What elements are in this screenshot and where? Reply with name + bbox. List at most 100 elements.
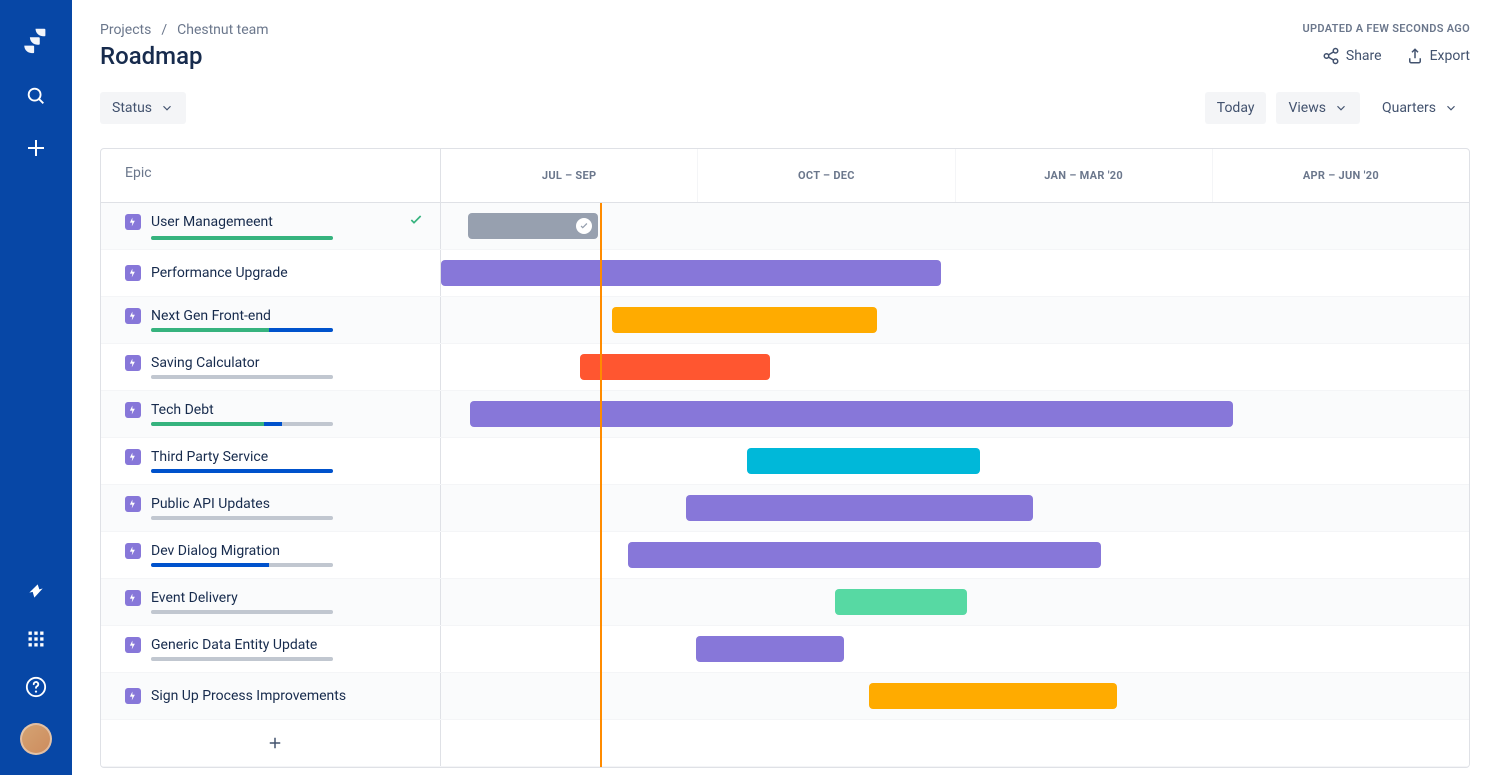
epic-icon bbox=[125, 496, 141, 512]
help-icon[interactable] bbox=[24, 675, 48, 699]
epic-cell[interactable]: User Managemeent bbox=[101, 203, 441, 249]
timeline-cell bbox=[441, 297, 1469, 343]
export-button[interactable]: Export bbox=[1406, 47, 1470, 65]
epic-name: Saving Calculator bbox=[151, 355, 259, 371]
epic-name: Sign Up Process Improvements bbox=[151, 688, 346, 704]
add-epic-row[interactable] bbox=[101, 720, 1469, 767]
gantt-bar[interactable] bbox=[441, 260, 941, 286]
timeline-cell bbox=[441, 438, 1469, 484]
quarter-header: JUL – SEP bbox=[441, 149, 698, 202]
views-button[interactable]: Views bbox=[1276, 92, 1360, 124]
epic-icon bbox=[125, 449, 141, 465]
gantt-bar[interactable] bbox=[628, 542, 1101, 568]
status-filter[interactable]: Status bbox=[100, 92, 186, 124]
timeline-cell bbox=[441, 485, 1469, 531]
epic-row: Public API Updates bbox=[101, 485, 1469, 532]
epic-cell[interactable]: Public API Updates bbox=[101, 485, 441, 531]
epic-cell[interactable]: Sign Up Process Improvements bbox=[101, 673, 441, 719]
gantt-bar[interactable] bbox=[869, 683, 1118, 709]
gantt-bar[interactable] bbox=[470, 401, 1233, 427]
epic-row: Dev Dialog Migration bbox=[101, 532, 1469, 579]
share-icon bbox=[1322, 47, 1340, 65]
epic-icon bbox=[125, 543, 141, 559]
apps-icon[interactable] bbox=[24, 627, 48, 651]
epic-name: User Managemeent bbox=[151, 214, 273, 230]
breadcrumb: Projects / Chestnut team bbox=[100, 22, 269, 38]
timeline-header: JUL – SEPOCT – DECJAN – MAR '20APR – JUN… bbox=[441, 149, 1469, 202]
progress-bar bbox=[151, 236, 333, 240]
timeline-cell bbox=[441, 626, 1469, 672]
epic-row: Performance Upgrade bbox=[101, 250, 1469, 297]
scale-button[interactable]: Quarters bbox=[1370, 92, 1470, 124]
timeline-cell bbox=[441, 250, 1469, 296]
progress-bar bbox=[151, 375, 333, 379]
search-icon[interactable] bbox=[24, 84, 48, 108]
epic-row: Tech Debt bbox=[101, 391, 1469, 438]
timeline-cell bbox=[441, 532, 1469, 578]
gantt-bar[interactable] bbox=[835, 589, 968, 615]
progress-bar bbox=[151, 328, 333, 332]
epic-cell[interactable]: Dev Dialog Migration bbox=[101, 532, 441, 578]
main-content: Projects / Chestnut team UPDATED A FEW S… bbox=[72, 0, 1506, 775]
add-icon[interactable] bbox=[24, 136, 48, 160]
gantt-bar[interactable] bbox=[747, 448, 979, 474]
progress-bar bbox=[151, 610, 333, 614]
epic-row: Saving Calculator bbox=[101, 344, 1469, 391]
gantt-bar[interactable] bbox=[686, 495, 1033, 521]
user-avatar[interactable] bbox=[20, 723, 52, 755]
gantt-bar[interactable] bbox=[468, 213, 599, 239]
quarter-header: JAN – MAR '20 bbox=[956, 149, 1213, 202]
roadmap-board: Epic JUL – SEPOCT – DECJAN – MAR '20APR … bbox=[100, 148, 1470, 768]
breadcrumb-team[interactable]: Chestnut team bbox=[177, 22, 268, 38]
export-icon bbox=[1406, 47, 1424, 65]
epic-cell[interactable]: Event Delivery bbox=[101, 579, 441, 625]
today-button[interactable]: Today bbox=[1205, 92, 1267, 124]
epic-cell[interactable]: Generic Data Entity Update bbox=[101, 626, 441, 672]
add-epic-button[interactable] bbox=[101, 720, 441, 766]
share-button[interactable]: Share bbox=[1322, 47, 1382, 65]
epic-name: Performance Upgrade bbox=[151, 265, 288, 281]
progress-bar bbox=[151, 563, 333, 567]
notifications-icon[interactable] bbox=[24, 579, 48, 603]
breadcrumb-projects[interactable]: Projects bbox=[100, 22, 151, 38]
epic-cell[interactable]: Third Party Service bbox=[101, 438, 441, 484]
epic-cell[interactable]: Tech Debt bbox=[101, 391, 441, 437]
epic-icon bbox=[125, 265, 141, 281]
timeline-cell bbox=[441, 203, 1469, 249]
epic-name: Event Delivery bbox=[151, 590, 238, 606]
jira-logo-icon[interactable] bbox=[20, 24, 52, 56]
epic-icon bbox=[125, 637, 141, 653]
done-check-icon bbox=[408, 212, 424, 232]
gantt-bar[interactable] bbox=[580, 354, 770, 380]
progress-bar bbox=[151, 422, 333, 426]
plus-icon bbox=[266, 734, 284, 752]
gantt-bar[interactable] bbox=[696, 636, 844, 662]
epic-row: Generic Data Entity Update bbox=[101, 626, 1469, 673]
epic-icon bbox=[125, 590, 141, 606]
epic-icon bbox=[125, 308, 141, 324]
timeline-cell bbox=[441, 673, 1469, 719]
epic-icon bbox=[125, 355, 141, 371]
timeline-cell bbox=[441, 579, 1469, 625]
epic-cell[interactable]: Saving Calculator bbox=[101, 344, 441, 390]
epic-row: Third Party Service bbox=[101, 438, 1469, 485]
progress-bar bbox=[151, 516, 333, 520]
timeline-cell bbox=[441, 391, 1469, 437]
epic-column-header: Epic bbox=[101, 149, 441, 202]
epic-name: Third Party Service bbox=[151, 449, 268, 465]
epic-icon bbox=[125, 402, 141, 418]
epic-cell[interactable]: Performance Upgrade bbox=[101, 250, 441, 296]
quarter-header: APR – JUN '20 bbox=[1213, 149, 1469, 202]
epic-name: Generic Data Entity Update bbox=[151, 637, 317, 653]
epic-row: User Managemeent bbox=[101, 203, 1469, 250]
epic-cell[interactable]: Next Gen Front-end bbox=[101, 297, 441, 343]
epic-row: Event Delivery bbox=[101, 579, 1469, 626]
chevron-down-icon bbox=[1334, 101, 1348, 115]
roadmap-rows: User Managemeent Performance Upgrade Next … bbox=[101, 203, 1469, 767]
page-title: Roadmap bbox=[100, 42, 203, 70]
today-marker bbox=[600, 203, 602, 767]
chevron-down-icon bbox=[160, 101, 174, 115]
bar-complete-icon bbox=[576, 218, 592, 234]
gantt-bar[interactable] bbox=[612, 307, 877, 333]
epic-name: Tech Debt bbox=[151, 402, 214, 418]
